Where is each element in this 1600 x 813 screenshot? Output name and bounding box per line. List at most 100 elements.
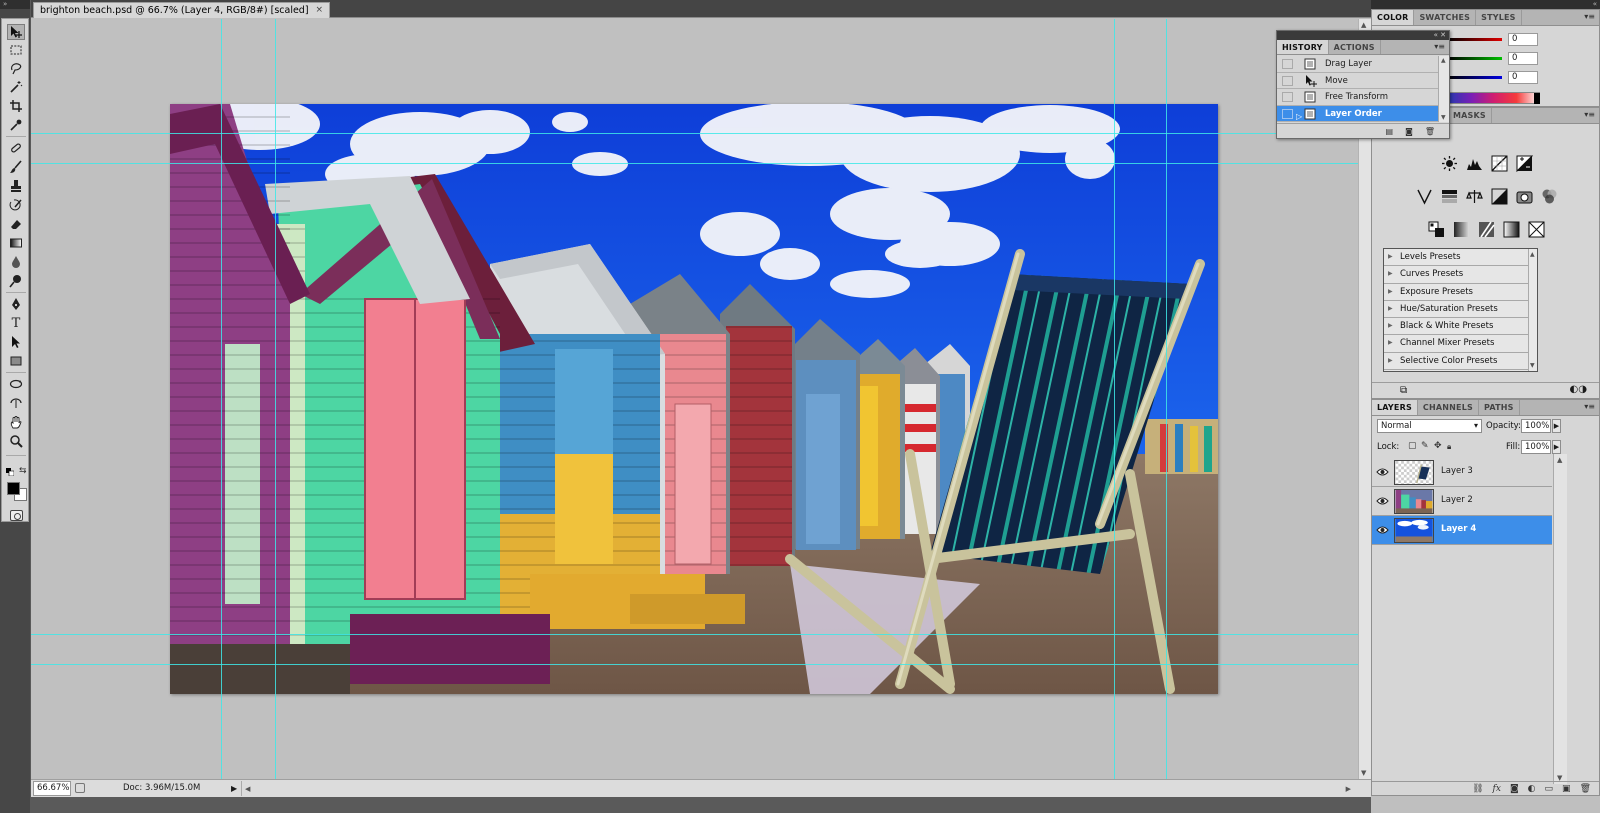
type-tool-icon[interactable]: T	[7, 315, 25, 331]
move-tool-icon[interactable]	[7, 24, 25, 40]
panel-dock-collapse[interactable]: «	[1371, 0, 1600, 9]
panel-menu-icon[interactable]: ▾≡	[1584, 110, 1595, 119]
lock-transparent-icon[interactable]: ▢	[1408, 442, 1417, 451]
color-balance-icon[interactable]	[1465, 187, 1484, 206]
horizontal-scrollbar[interactable]: ◀ ▶	[241, 781, 1354, 796]
default-colors-icon[interactable]	[6, 468, 15, 477]
vibrance-icon[interactable]	[1415, 187, 1434, 206]
panel-menu-icon[interactable]: ▾≡	[1434, 42, 1445, 51]
canvas-image[interactable]	[170, 104, 1218, 694]
document-tab[interactable]: brighton beach.psd @ 66.7% (Layer 4, RGB…	[33, 2, 331, 18]
preset-item[interactable]: Hue/Saturation Presets	[1384, 301, 1537, 319]
group-icon[interactable]: ▭	[1545, 784, 1554, 794]
toolbox-collapse[interactable]: »	[0, 0, 30, 9]
trash-icon[interactable]: 🗑︎	[1425, 127, 1435, 136]
mask-icon[interactable]: ◙	[1510, 784, 1519, 794]
pen-tool-icon[interactable]	[7, 296, 25, 312]
gradient-map-icon[interactable]	[1502, 220, 1521, 239]
history-item[interactable]: Move	[1277, 73, 1438, 89]
foreground-color-swatch[interactable]	[7, 482, 20, 495]
tab-history[interactable]: HISTORY	[1277, 40, 1329, 54]
eyedropper-tool-icon[interactable]	[7, 117, 25, 133]
fill-arrow-icon[interactable]: ▶	[1552, 440, 1561, 454]
green-value-field[interactable]: 0	[1508, 52, 1538, 65]
layer-name[interactable]: Layer 2	[1441, 495, 1473, 505]
tab-paths[interactable]: PATHS	[1479, 400, 1520, 415]
tab-masks[interactable]: MASKS	[1448, 108, 1492, 123]
history-item[interactable]: Drag Layer	[1277, 56, 1438, 73]
exposure-icon[interactable]	[1515, 154, 1534, 173]
scroll-left-icon[interactable]: ◀	[245, 781, 250, 798]
trash-icon[interactable]: 🗑︎	[1580, 784, 1591, 794]
close-icon[interactable]: ×	[316, 3, 324, 18]
invert-icon[interactable]	[1427, 220, 1446, 239]
adjustment-icon[interactable]: ◐	[1528, 784, 1536, 794]
selective-color-icon[interactable]	[1527, 220, 1546, 239]
history-brush-source-checkbox[interactable]	[1282, 59, 1293, 69]
scroll-right-icon[interactable]: ▶	[1346, 781, 1351, 798]
presets-scrollbar[interactable]: ▲ ▼	[1528, 249, 1537, 371]
layers-scrollbar[interactable]: ▲ ▼	[1553, 454, 1567, 784]
3d-rotate-tool-icon[interactable]	[7, 376, 25, 392]
crop-tool-icon[interactable]	[7, 98, 25, 114]
doc-size-info[interactable]: Doc: 3.96M/15.0M	[123, 780, 200, 797]
tab-swatches[interactable]: SWATCHES	[1414, 10, 1477, 25]
history-item[interactable]: Free Transform	[1277, 89, 1438, 106]
tab-color[interactable]: COLOR	[1372, 10, 1415, 25]
lock-position-icon[interactable]: ✥	[1434, 442, 1443, 451]
3d-orbit-tool-icon[interactable]	[7, 395, 25, 411]
zoom-field[interactable]: 66.67%	[33, 781, 71, 796]
eraser-tool-icon[interactable]	[7, 216, 25, 232]
history-brush-source-checkbox[interactable]	[1282, 75, 1293, 86]
canvas-area[interactable]	[31, 19, 1358, 779]
eye-icon[interactable]	[1376, 525, 1389, 535]
history-brush-source-checkbox[interactable]	[1282, 92, 1293, 102]
channel-mixer-icon[interactable]	[1540, 187, 1559, 206]
fx-icon[interactable]: fx	[1493, 784, 1501, 794]
new-document-from-state-icon[interactable]: ▤	[1386, 127, 1394, 136]
panel-menu-icon[interactable]: ▾≡	[1584, 12, 1595, 21]
lock-all-icon[interactable]: 🔒︎	[1447, 442, 1456, 451]
gradient-tool-icon[interactable]	[7, 235, 25, 251]
panel-menu-icon[interactable]: ▾≡	[1584, 402, 1595, 411]
fill-field[interactable]: 100%	[1521, 440, 1551, 454]
history-scrollbar[interactable]: ▲ ▼	[1438, 56, 1449, 122]
photo-filter-icon[interactable]	[1515, 187, 1534, 206]
curves-icon[interactable]	[1490, 154, 1509, 173]
scroll-up-icon[interactable]: ▲	[1361, 21, 1366, 29]
scroll-down-icon[interactable]: ▼	[1361, 769, 1366, 777]
link-icon[interactable]: ⛓	[1472, 784, 1483, 794]
preset-item[interactable]: Curves Presets	[1384, 266, 1537, 284]
brightness-icon[interactable]	[1440, 154, 1459, 173]
black-white-icon[interactable]	[1490, 187, 1509, 206]
history-brush-source-checkbox[interactable]	[1282, 108, 1293, 119]
red-value-field[interactable]: 0	[1508, 33, 1538, 46]
opacity-arrow-icon[interactable]: ▶	[1552, 419, 1561, 433]
zoom-tool-icon[interactable]	[7, 433, 25, 449]
hue-saturation-icon[interactable]	[1440, 187, 1459, 206]
threshold-icon[interactable]	[1477, 220, 1496, 239]
preset-item[interactable]: Levels Presets	[1384, 249, 1537, 267]
quick-mask-icon[interactable]	[10, 510, 23, 521]
brush-tool-icon[interactable]	[7, 159, 25, 175]
tab-styles[interactable]: STYLES	[1476, 10, 1522, 25]
eye-icon[interactable]	[1376, 467, 1389, 477]
mask-visibility-icon[interactable]: ◐◑	[1570, 384, 1587, 395]
blue-value-field[interactable]: 0	[1508, 71, 1538, 84]
history-item-selected[interactable]: ▷ Layer Order	[1277, 105, 1438, 122]
shape-tool-icon[interactable]	[7, 353, 25, 369]
lock-pixels-icon[interactable]: ✎	[1421, 442, 1430, 451]
dodge-tool-icon[interactable]	[7, 273, 25, 289]
lasso-tool-icon[interactable]	[7, 60, 25, 76]
blur-tool-icon[interactable]	[7, 254, 25, 270]
preset-item[interactable]: Channel Mixer Presets	[1384, 335, 1537, 353]
layer-row[interactable]: Layer 3	[1372, 458, 1552, 487]
layer-row-selected[interactable]: Layer 4	[1372, 516, 1552, 545]
tab-layers[interactable]: LAYERS	[1372, 400, 1418, 415]
levels-icon[interactable]	[1465, 154, 1484, 173]
snapshot-icon[interactable]: ◙	[1405, 127, 1413, 136]
new-layer-icon[interactable]: ▣	[1562, 784, 1571, 794]
layer-row[interactable]: Layer 2	[1372, 487, 1552, 516]
history-panel-titlebar[interactable]: « ✕	[1277, 31, 1449, 40]
opacity-field[interactable]: 100%	[1521, 419, 1551, 433]
